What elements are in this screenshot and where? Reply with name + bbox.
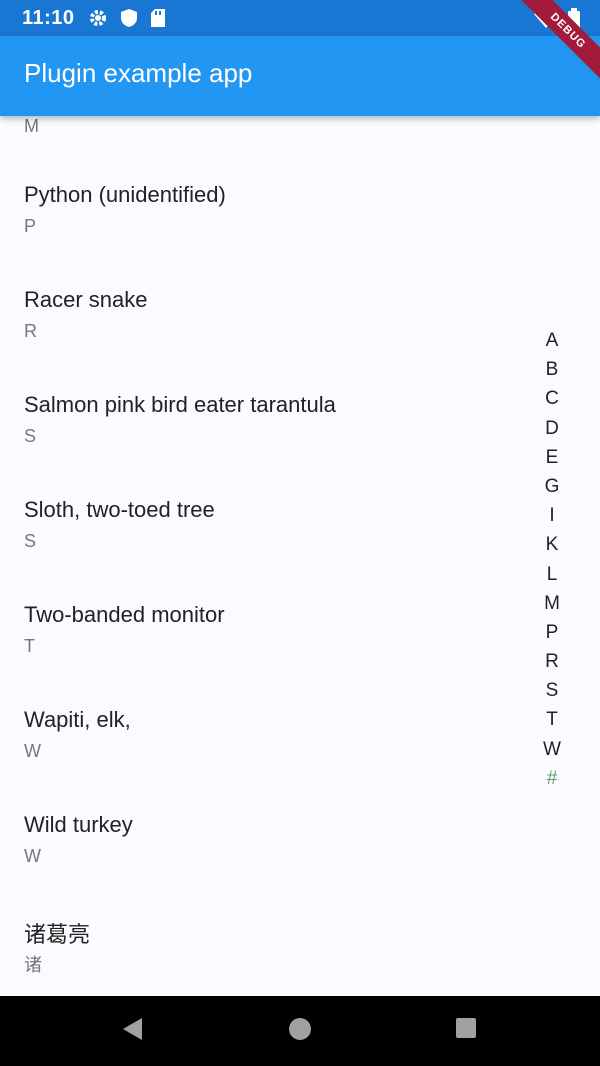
list-item-tag: W — [24, 846, 41, 866]
list-item[interactable]: 诸葛亮 诸 — [0, 917, 520, 996]
index-letter-hash[interactable]: # — [547, 764, 558, 793]
list-item[interactable]: Sloth, two-toed tree S — [0, 497, 520, 602]
app-bar: Plugin example app — [0, 36, 600, 116]
index-letter-a[interactable]: A — [546, 326, 559, 355]
list-item[interactable]: Racer snake R — [0, 287, 520, 392]
list-item[interactable]: Python (unidentified) P — [0, 182, 520, 287]
list-item-title: Wapiti, elk, — [24, 707, 131, 732]
index-letter-k[interactable]: K — [546, 530, 559, 559]
list-item-tag: M — [24, 116, 39, 136]
index-letter-e[interactable]: E — [546, 443, 559, 472]
list-item-tag: 诸 — [24, 955, 42, 975]
list-item-title: Python (unidentified) — [24, 182, 226, 207]
index-letter-p[interactable]: P — [546, 618, 559, 647]
index-letter-l[interactable]: L — [547, 560, 558, 589]
contact-list[interactable]: M Python (unidentified) P Racer snake R … — [0, 116, 600, 996]
list-item-tag: P — [24, 216, 37, 236]
index-letter-w[interactable]: W — [543, 735, 561, 764]
list-item-title: Wild turkey — [24, 812, 133, 837]
alphabet-index-bar[interactable]: A B C D E G I K L M P R S T W # — [536, 326, 568, 793]
status-bar: 11:10 — [0, 0, 600, 36]
list-item-title: 诸葛亮 — [24, 922, 91, 947]
list-item[interactable]: M — [0, 116, 520, 187]
status-time: 11:10 — [22, 7, 75, 29]
list-item-title: Racer snake — [24, 287, 148, 312]
index-letter-b[interactable]: B — [546, 355, 559, 384]
home-icon[interactable] — [287, 1016, 313, 1047]
list-item-title: Sloth, two-toed tree — [24, 497, 215, 522]
list-item[interactable]: Salmon pink bird eater tarantula S — [0, 392, 520, 497]
index-letter-s[interactable]: S — [546, 676, 559, 705]
shield-icon — [120, 8, 138, 33]
index-letter-d[interactable]: D — [545, 414, 559, 443]
index-letter-i[interactable]: I — [549, 501, 554, 530]
recents-icon[interactable] — [454, 1016, 478, 1045]
list-item-tag: S — [24, 426, 37, 446]
list-item-title: Two-banded monitor — [24, 602, 225, 627]
index-letter-t[interactable]: T — [546, 705, 558, 734]
list-item[interactable]: Wapiti, elk, W — [0, 707, 520, 812]
list-item-tag: S — [24, 531, 37, 551]
system-nav-bar — [0, 996, 600, 1066]
index-letter-m[interactable]: M — [544, 589, 560, 618]
index-letter-c[interactable]: C — [545, 384, 559, 413]
sd-card-icon — [150, 8, 166, 33]
list-item[interactable]: Wild turkey W — [0, 812, 520, 917]
gear-icon — [88, 8, 108, 33]
index-letter-r[interactable]: R — [545, 647, 559, 676]
list-item-tag: W — [24, 741, 41, 761]
list-item[interactable]: Two-banded monitor T — [0, 602, 520, 707]
index-letter-g[interactable]: G — [545, 472, 560, 501]
list-item-title: Salmon pink bird eater tarantula — [24, 392, 336, 417]
list-item-tag: T — [24, 636, 35, 656]
back-icon[interactable] — [120, 1016, 144, 1047]
list-item-tag: R — [24, 321, 37, 341]
app-title: Plugin example app — [24, 58, 253, 88]
